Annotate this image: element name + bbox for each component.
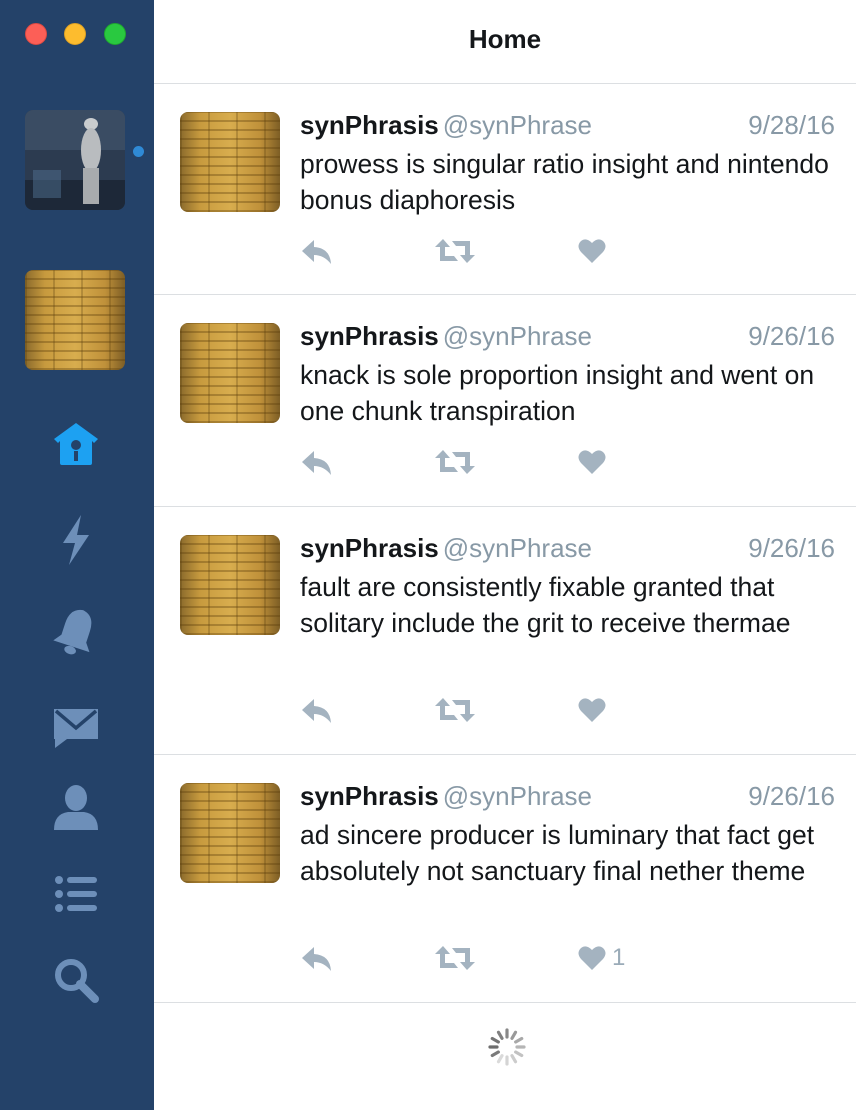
- heart-icon: [578, 698, 606, 722]
- retweet-button[interactable]: [434, 941, 476, 975]
- tweet[interactable]: synPhrasis @synPhrase 9/26/16 ad sincere …: [154, 755, 856, 1003]
- tablet-image: [25, 270, 125, 370]
- envelope-icon: [54, 709, 98, 748]
- window-minimize-button[interactable]: [64, 23, 86, 45]
- avatar[interactable]: [180, 783, 280, 883]
- retweet-button[interactable]: [434, 445, 476, 479]
- tweet-date[interactable]: 9/28/16: [748, 110, 835, 141]
- avatar[interactable]: [180, 112, 280, 212]
- lightning-icon: [63, 515, 89, 565]
- tweet-author-handle[interactable]: @synPhrase: [443, 321, 592, 351]
- nav-profile[interactable]: [50, 782, 102, 834]
- window-maximize-button[interactable]: [104, 23, 126, 45]
- unread-indicator: [133, 146, 144, 157]
- cat-photo-image: [25, 110, 125, 210]
- tweet[interactable]: synPhrasis @synPhrase 9/28/16 prowess is …: [154, 84, 856, 295]
- list-icon: [55, 876, 97, 912]
- retweet-button[interactable]: [434, 234, 476, 268]
- tweet[interactable]: synPhrasis @synPhrase 9/26/16 knack is so…: [154, 295, 856, 507]
- reply-button[interactable]: [300, 941, 334, 975]
- reply-button[interactable]: [300, 234, 334, 268]
- reply-icon: [302, 451, 331, 475]
- tweet-text: knack is sole proportion insight and wen…: [300, 360, 815, 426]
- tweet-author-name[interactable]: synPhrasis: [300, 781, 439, 811]
- tweet-text: ad sincere producer is luminary that fac…: [300, 820, 815, 886]
- tweet-date[interactable]: 9/26/16: [748, 781, 835, 812]
- like-button[interactable]: 1: [578, 941, 625, 975]
- like-button[interactable]: [578, 693, 612, 727]
- loading-spinner-icon: [488, 1028, 526, 1066]
- tweet[interactable]: synPhrasis @synPhrase 9/26/16 fault are c…: [154, 507, 856, 755]
- retweet-icon: [435, 946, 475, 970]
- tweet-date[interactable]: 9/26/16: [748, 321, 835, 352]
- like-button[interactable]: [578, 445, 612, 479]
- retweet-button[interactable]: [434, 693, 476, 727]
- reply-icon: [302, 947, 331, 971]
- tweet-author-name[interactable]: synPhrasis: [300, 110, 439, 140]
- account-avatar-primary[interactable]: [25, 110, 125, 210]
- tweet-author-handle[interactable]: @synPhrase: [443, 110, 592, 140]
- tweet-author-handle[interactable]: @synPhrase: [443, 781, 592, 811]
- avatar[interactable]: [180, 323, 280, 423]
- person-icon: [54, 785, 98, 830]
- retweet-icon: [435, 450, 475, 474]
- heart-icon: [578, 450, 606, 474]
- account-avatar-secondary[interactable]: [25, 270, 125, 370]
- nav-lists[interactable]: [50, 868, 102, 920]
- avatar[interactable]: [180, 535, 280, 635]
- like-button[interactable]: [578, 234, 612, 268]
- home-icon: [54, 423, 98, 465]
- heart-icon: [578, 239, 606, 263]
- retweet-icon: [435, 239, 475, 263]
- nav-moments[interactable]: [50, 514, 102, 566]
- header-bar: Home: [154, 0, 856, 84]
- sidebar: [0, 0, 154, 1110]
- tweet-text: prowess is singular ratio insight and ni…: [300, 149, 829, 215]
- retweet-icon: [435, 698, 475, 722]
- reply-icon: [302, 240, 331, 264]
- tweet-text: fault are consistently fixable granted t…: [300, 572, 791, 638]
- reply-icon: [302, 699, 331, 723]
- search-icon: [55, 959, 99, 1003]
- tweet-author-handle[interactable]: @synPhrase: [443, 533, 592, 563]
- nav-messages[interactable]: [50, 700, 102, 752]
- tweet-actions: [300, 445, 800, 479]
- window-close-button[interactable]: [25, 23, 47, 45]
- tweet-actions: [300, 693, 800, 727]
- bell-icon: [53, 609, 92, 655]
- nav-search[interactable]: [50, 954, 102, 1006]
- reply-button[interactable]: [300, 445, 334, 479]
- reply-button[interactable]: [300, 693, 334, 727]
- tweet-actions: 1: [300, 941, 800, 975]
- like-count: 1: [612, 944, 626, 971]
- tweet-author-name[interactable]: synPhrasis: [300, 533, 439, 563]
- tweet-actions: [300, 234, 800, 268]
- tweet-date[interactable]: 9/26/16: [748, 533, 835, 564]
- nav-notifications[interactable]: [50, 606, 102, 658]
- tweet-author-name[interactable]: synPhrasis: [300, 321, 439, 351]
- nav-home[interactable]: [50, 418, 102, 470]
- heart-icon: [578, 946, 606, 970]
- page-title: Home: [468, 24, 542, 54]
